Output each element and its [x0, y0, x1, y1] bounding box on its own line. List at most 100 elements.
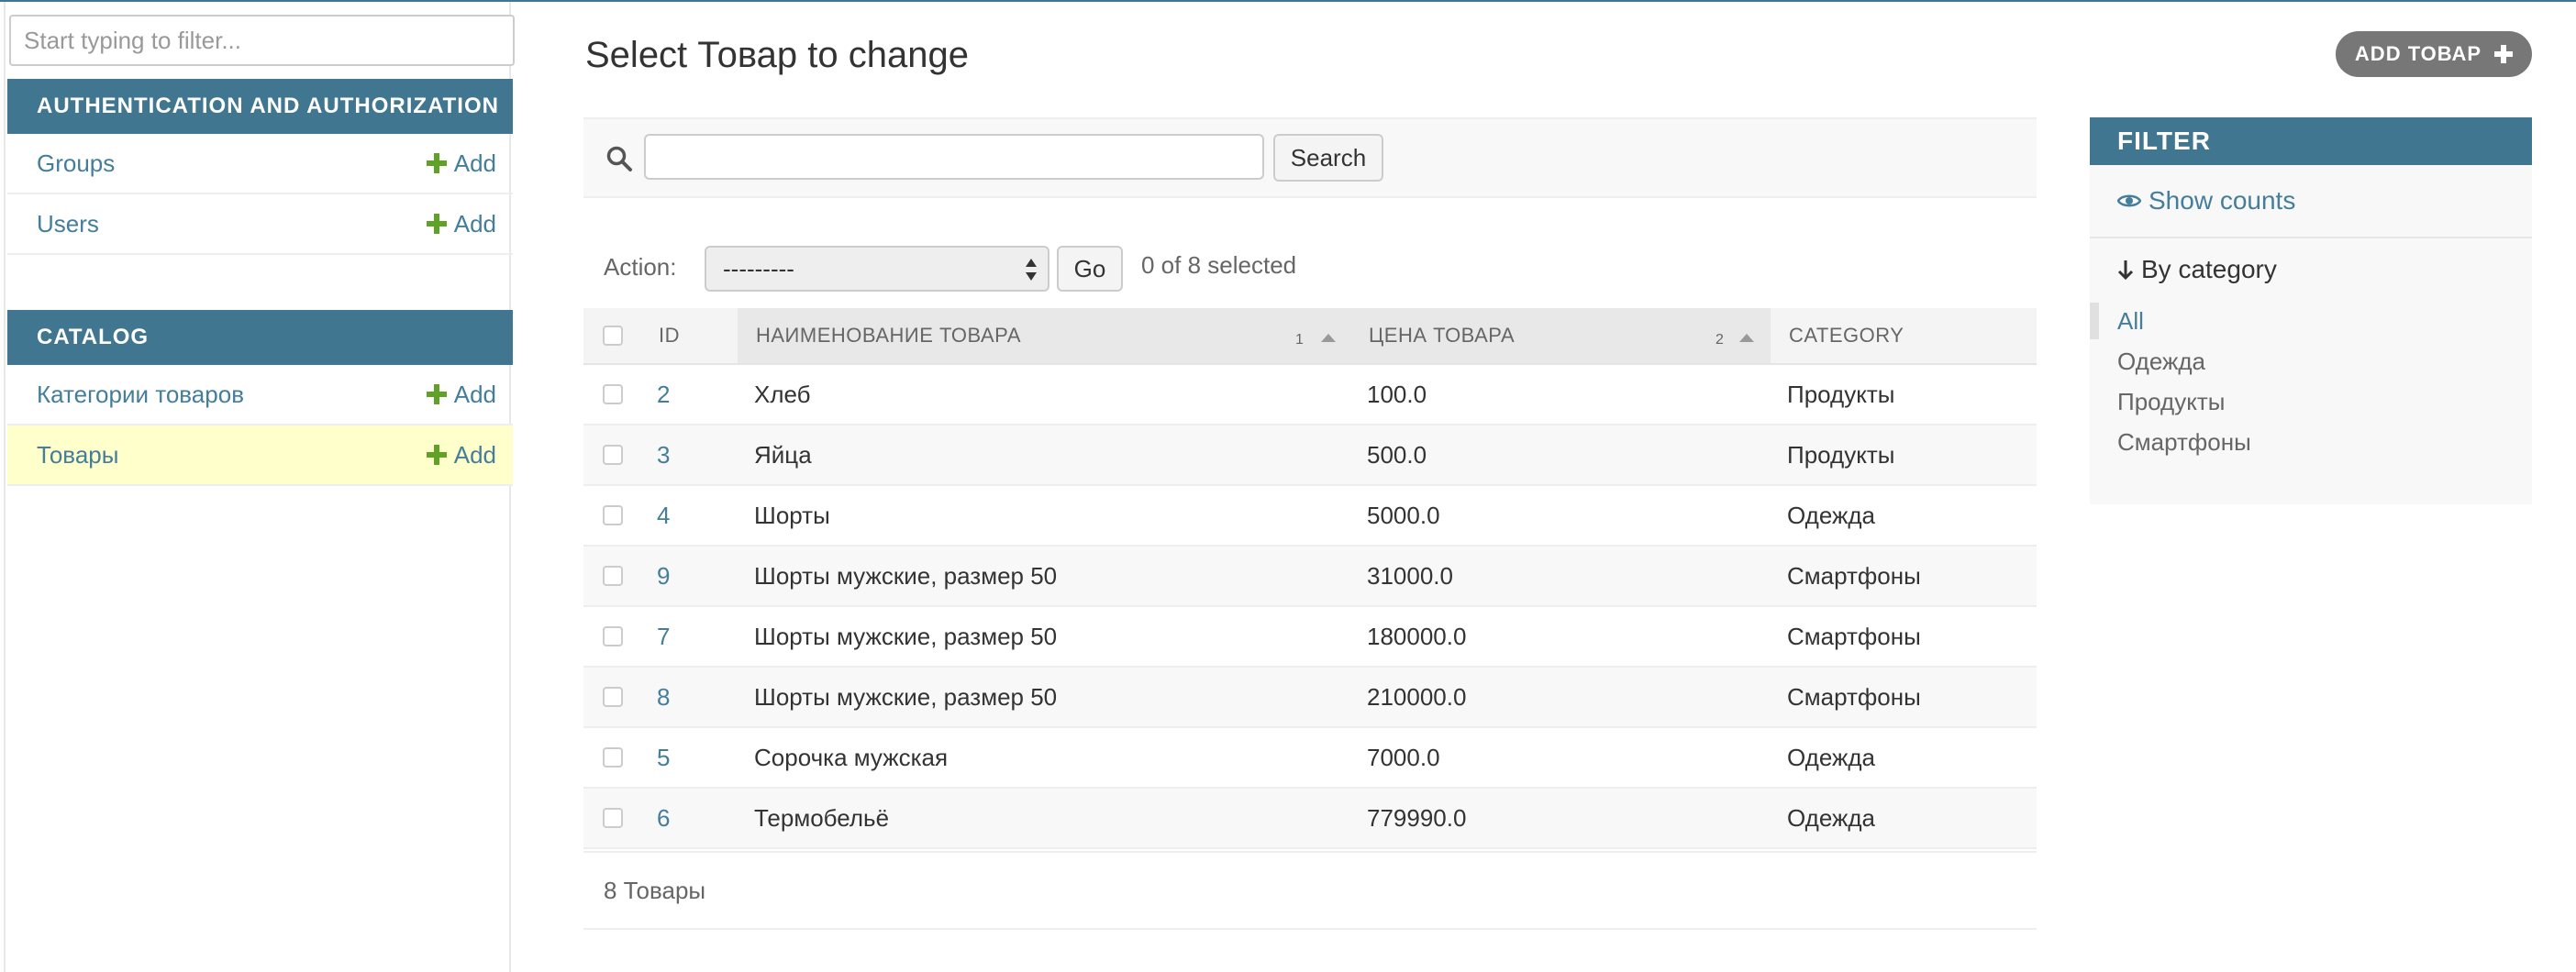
row-checkbox[interactable] [603, 384, 623, 404]
action-select-value: --------- [723, 254, 794, 282]
row-id-link[interactable]: 3 [657, 425, 670, 484]
row-checkbox[interactable] [603, 505, 623, 525]
select-all-checkbox[interactable] [603, 326, 623, 346]
search-button[interactable]: Search [1273, 134, 1383, 182]
filter-option-clothes[interactable]: Одежда [2090, 341, 2532, 381]
table-header: ID НАИМЕНОВАНИЕ ТОВАРА 1 ЦЕНА ТОВАРА 2 C… [583, 308, 2037, 365]
add-product-button[interactable]: ADD ТОВАР [2336, 31, 2532, 77]
row-name: Хлеб [754, 380, 811, 408]
users-link[interactable]: Users [37, 210, 99, 238]
row-price: 5000.0 [1367, 501, 1440, 529]
module-caption[interactable]: AUTHENTICATION AND AUTHORIZATION [7, 79, 513, 134]
add-label: Add [453, 440, 496, 469]
table-row: 7 Шорты мужские, размер 50 180000.0 Смартфо… [583, 607, 2037, 668]
row-checkbox[interactable] [603, 747, 623, 768]
table-row: 4 Шорты 5000.0 Одежда [583, 486, 2037, 547]
filter-option-smartphones[interactable]: Смартфоны [2090, 422, 2532, 462]
sidebar-item-groups: Groups Add [7, 134, 513, 194]
plus-icon [2494, 45, 2514, 63]
row-price: 100.0 [1367, 380, 1427, 408]
add-product-link[interactable]: Add [426, 440, 496, 469]
row-name: Яйца [754, 440, 812, 469]
sort-ascending-icon[interactable] [1739, 334, 1754, 342]
eye-icon [2117, 194, 2141, 207]
filter-panel: FILTER Show counts By category All Одежд… [2090, 117, 2532, 504]
add-category-link[interactable]: Add [426, 380, 496, 409]
column-label: ID [659, 324, 680, 347]
add-label: Add [453, 380, 496, 408]
filter-option-all[interactable]: All [2090, 301, 2532, 341]
column-header-id[interactable]: ID [635, 308, 719, 363]
row-name: Шорты мужские, размер 50 [754, 561, 1058, 590]
plus-icon [426, 384, 447, 404]
module-auth: AUTHENTICATION AND AUTHORIZATION Groups … [7, 79, 513, 255]
table-row: 3 Яйца 500.0 Продукты [583, 425, 2037, 486]
results-table: ID НАИМЕНОВАНИЕ ТОВАРА 1 ЦЕНА ТОВАРА 2 C… [583, 308, 2037, 849]
row-id-link[interactable]: 4 [657, 486, 670, 545]
column-label: ЦЕНА ТОВАРА [1369, 324, 1516, 347]
row-category: Смартфоны [1787, 561, 1921, 590]
add-group-link[interactable]: Add [426, 149, 496, 178]
search-input[interactable] [644, 134, 1264, 180]
column-header-category[interactable]: CATEGORY [1771, 308, 2037, 363]
select-arrows-icon [1026, 259, 1037, 281]
search-icon [606, 146, 632, 171]
action-select[interactable]: --------- [705, 246, 1049, 292]
row-id-link[interactable]: 6 [657, 789, 670, 847]
row-name: Сорочка мужская [754, 743, 949, 771]
add-button-label: ADD ТОВАР [2354, 42, 2482, 65]
by-category-heading[interactable]: By category [2117, 255, 2277, 284]
table-body: 2 Хлеб 100.0 Продукты 3 Яйца 500.0 Продукты 4 Шор… [583, 365, 2037, 849]
column-header-name[interactable]: НАИМЕНОВАНИЕ ТОВАРА 1 [738, 308, 1350, 363]
column-header-price[interactable]: ЦЕНА ТОВАРА 2 [1350, 308, 1771, 363]
groups-link[interactable]: Groups [37, 149, 115, 178]
row-name: Шорты [754, 501, 830, 529]
sort-priority: 1 [1295, 332, 1305, 348]
column-label: НАИМЕНОВАНИЕ ТОВАРА [756, 324, 1022, 347]
table-row: 5 Сорочка мужская 7000.0 Одежда [583, 728, 2037, 789]
filter-caption: FILTER [2090, 117, 2532, 165]
search-toolbar: Search [583, 117, 2037, 198]
row-checkbox[interactable] [603, 687, 623, 707]
row-price: 31000.0 [1367, 561, 1453, 590]
row-checkbox[interactable] [603, 566, 623, 586]
selected-count: 0 of 8 selected [1141, 251, 1297, 279]
row-id-link[interactable]: 2 [657, 365, 670, 424]
show-counts-link[interactable]: Show counts [2090, 165, 2532, 238]
paginator: 8 Товары [583, 851, 2037, 930]
sidebar-item-products: Товары Add [7, 425, 513, 486]
module-catalog: CATALOG Категории товаров Add Товары Add [7, 310, 513, 486]
add-label: Add [453, 209, 496, 237]
row-category: Одежда [1787, 743, 1876, 771]
show-counts-label: Show counts [2149, 186, 2296, 215]
go-button[interactable]: Go [1057, 246, 1123, 292]
row-id-link[interactable]: 9 [657, 547, 670, 605]
sort-priority: 2 [1715, 332, 1725, 348]
column-label: CATEGORY [1789, 324, 1904, 347]
row-price: 500.0 [1367, 440, 1427, 469]
row-category: Продукты [1787, 380, 1895, 408]
plus-icon [426, 445, 447, 465]
row-id-link[interactable]: 5 [657, 728, 670, 787]
row-id-link[interactable]: 7 [657, 607, 670, 666]
table-row: 6 Термобельё 779990.0 Одежда [583, 789, 2037, 849]
filter-options: All Одежда Продукты Смартфоны [2090, 301, 2532, 462]
sidebar-item-categories: Категории товаров Add [7, 365, 513, 425]
row-checkbox[interactable] [603, 626, 623, 646]
row-id-link[interactable]: 8 [657, 668, 670, 726]
table-row: 9 Шорты мужские, размер 50 31000.0 Смартфон… [583, 547, 2037, 607]
filter-option-products[interactable]: Продукты [2090, 381, 2532, 422]
table-row: 2 Хлеб 100.0 Продукты [583, 365, 2037, 425]
sort-ascending-icon[interactable] [1321, 334, 1336, 342]
plus-icon [426, 214, 447, 234]
categories-link[interactable]: Категории товаров [37, 381, 244, 409]
by-category-label: By category [2141, 255, 2277, 283]
sidebar-filter-input[interactable] [9, 15, 515, 66]
row-category: Продукты [1787, 440, 1895, 469]
arrow-down-icon [2117, 260, 2134, 281]
row-checkbox[interactable] [603, 445, 623, 465]
products-link[interactable]: Товары [37, 441, 118, 469]
row-checkbox[interactable] [603, 808, 623, 828]
add-user-link[interactable]: Add [426, 209, 496, 238]
module-caption[interactable]: CATALOG [7, 310, 513, 365]
